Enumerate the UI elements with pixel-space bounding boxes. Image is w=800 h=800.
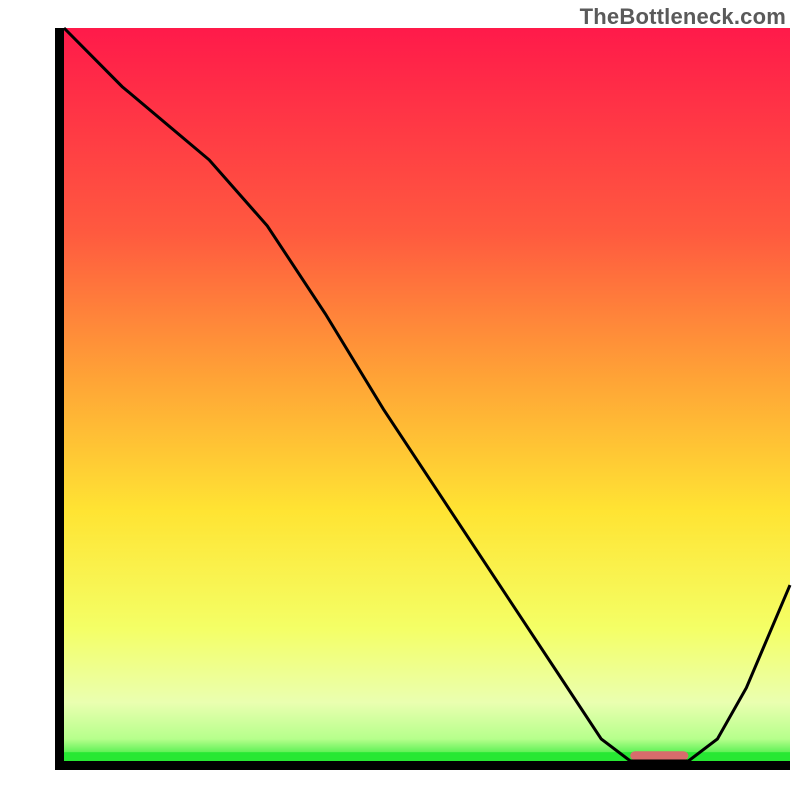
y-axis xyxy=(55,28,64,770)
bottleneck-chart xyxy=(0,0,800,800)
optimum-marker xyxy=(630,751,688,760)
chart-stage: TheBottleneck.com xyxy=(0,0,800,800)
watermark-text: TheBottleneck.com xyxy=(580,4,786,30)
x-axis xyxy=(55,761,790,770)
plot-background xyxy=(64,28,790,761)
